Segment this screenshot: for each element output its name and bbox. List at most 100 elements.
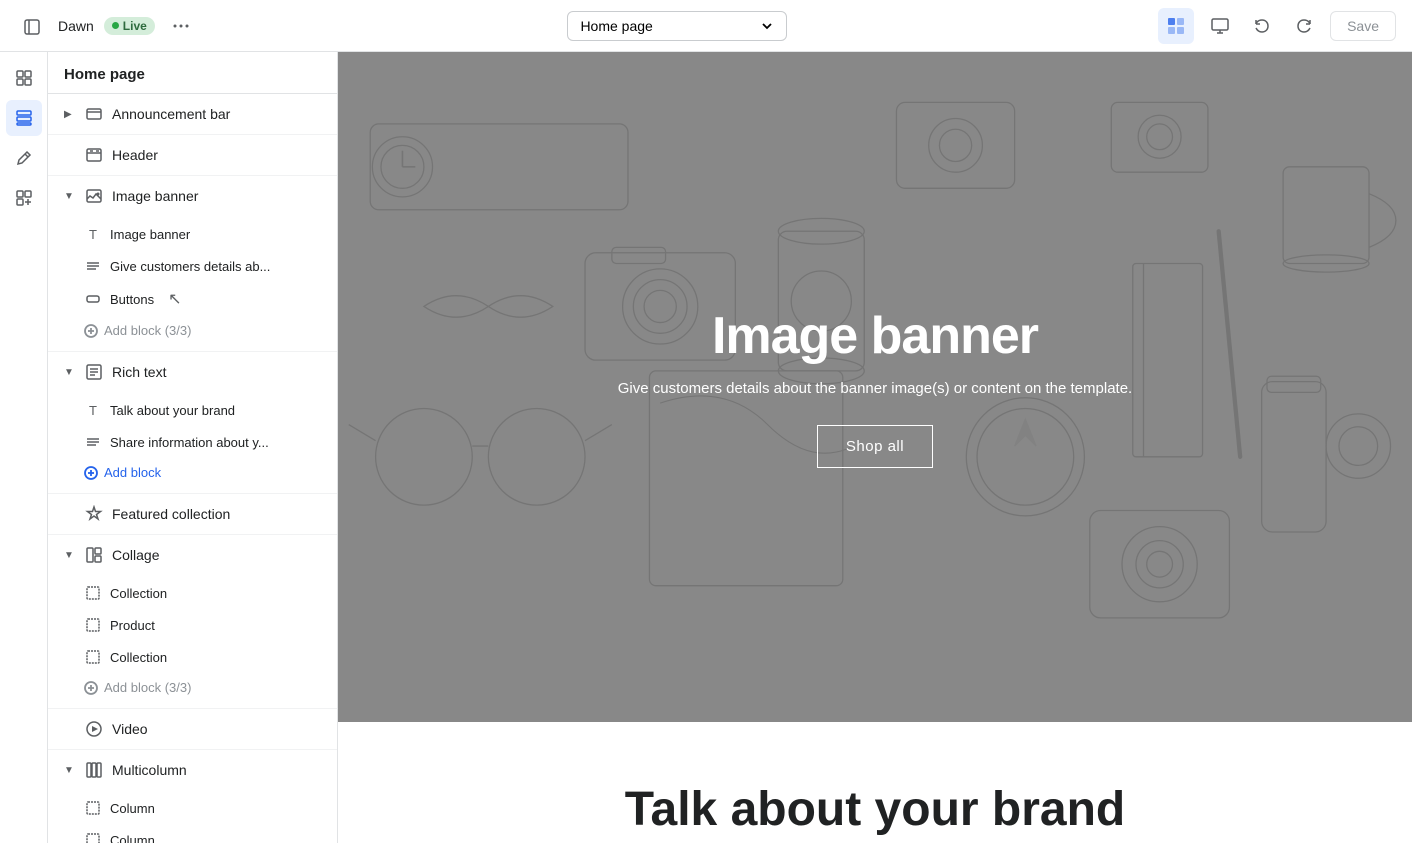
plus-icon-disabled xyxy=(84,324,98,338)
featured-collection-icon xyxy=(84,504,104,524)
theme-name: Dawn xyxy=(58,18,94,34)
section-rich-text: ▼ Rich text T Talk about your brand xyxy=(48,352,337,494)
lines-icon xyxy=(84,257,102,275)
lines-icon2 xyxy=(84,433,102,451)
child-image-banner-block[interactable]: T Image banner xyxy=(48,218,337,250)
live-dot xyxy=(112,22,119,29)
live-badge: Live xyxy=(104,17,155,35)
section-header-image-banner[interactable]: ▼ Image banner xyxy=(48,176,337,216)
announcement-bar-icon xyxy=(84,104,104,124)
chevron-down-icon-richtext: ▼ xyxy=(64,367,76,378)
child-label-collage-product: Product xyxy=(110,618,155,633)
child-label-image-banner-block: Image banner xyxy=(110,227,190,242)
page-selector[interactable]: Home page xyxy=(567,11,787,41)
add-block-image-banner-label: Add block (3/3) xyxy=(104,323,191,338)
child-give-customers[interactable]: Give customers details ab... xyxy=(48,250,337,282)
child-talk-brand[interactable]: T Talk about your brand xyxy=(48,394,337,426)
image-banner-icon xyxy=(84,186,104,206)
sidebar-title: Home page xyxy=(48,52,337,94)
section-header-multicolumn[interactable]: ▼ Multicolumn xyxy=(48,750,337,790)
child-column-2[interactable]: Column xyxy=(48,824,337,843)
section-header-video[interactable]: ▶ Video xyxy=(48,709,337,749)
child-collage-product[interactable]: Product xyxy=(48,609,337,641)
select-mode-icon[interactable] xyxy=(1158,8,1194,44)
add-block-collage-label: Add block (3/3) xyxy=(104,680,191,695)
plus-icon-disabled2 xyxy=(84,681,98,695)
topbar: Dawn Live Home page xyxy=(0,0,1412,52)
redo-icon[interactable] xyxy=(1288,10,1320,42)
plus-icon-blue xyxy=(84,466,98,480)
add-block-rich-text[interactable]: Add block xyxy=(48,458,337,487)
section-label-collage: Collage xyxy=(112,547,159,563)
below-banner-section: Talk about your brand xyxy=(338,722,1412,843)
canvas[interactable]: Image banner Give customers details abou… xyxy=(338,52,1412,843)
save-button[interactable]: Save xyxy=(1330,11,1396,41)
child-collage-collection-1[interactable]: Collection xyxy=(48,577,337,609)
collage-block-icon1 xyxy=(84,584,102,602)
child-share-info[interactable]: Share information about y... xyxy=(48,426,337,458)
child-collage-collection-2[interactable]: Collection xyxy=(48,641,337,673)
page-selector-label: Home page xyxy=(580,18,652,34)
topbar-center: Home page xyxy=(209,11,1146,41)
shop-all-button[interactable]: Shop all xyxy=(817,425,933,468)
brush-icon[interactable] xyxy=(6,140,42,176)
desktop-icon[interactable] xyxy=(1204,10,1236,42)
rich-text-icon xyxy=(84,362,104,382)
dashboard-icon[interactable] xyxy=(6,60,42,96)
child-label-talk-brand: Talk about your brand xyxy=(110,403,235,418)
section-multicolumn: ▼ Multicolumn Col xyxy=(48,750,337,843)
section-header-header[interactable]: ▶ Header xyxy=(48,135,337,175)
text-T-icon2: T xyxy=(84,401,102,419)
sections-icon[interactable] xyxy=(6,100,42,136)
banner-subtitle: Give customers details about the banner … xyxy=(618,380,1132,397)
banner-title: Image banner xyxy=(618,306,1132,366)
section-header-collage[interactable]: ▼ Collage xyxy=(48,535,337,575)
multicolumn-children: Column Column Colu xyxy=(48,790,337,843)
video-icon xyxy=(84,719,104,739)
child-label-column-1: Column xyxy=(110,801,155,816)
topbar-left: Dawn Live xyxy=(16,10,197,42)
icon-panel xyxy=(0,52,48,843)
section-label-header: Header xyxy=(112,147,158,163)
apps-icon[interactable] xyxy=(6,180,42,216)
section-header-rich-text[interactable]: ▼ Rich text xyxy=(48,352,337,392)
header-icon xyxy=(84,145,104,165)
section-header-section: ▶ Header xyxy=(48,135,337,176)
chevron-down-icon-multicolumn: ▼ xyxy=(64,765,76,776)
collage-icon xyxy=(84,545,104,565)
section-announcement-bar: ▶ Announcement bar xyxy=(48,94,337,135)
section-label-rich-text: Rich text xyxy=(112,364,166,380)
selection-icon xyxy=(1166,16,1186,36)
section-header-featured-collection[interactable]: ▶ Featured collection xyxy=(48,494,337,534)
child-buttons[interactable]: Buttons ↖ xyxy=(48,282,337,316)
section-label-featured-collection: Featured collection xyxy=(112,506,230,522)
live-label: Live xyxy=(123,19,147,33)
section-image-banner: ▼ Image banner T Image banner xyxy=(48,176,337,352)
section-featured-collection: ▶ Featured collection xyxy=(48,494,337,535)
image-banner-section: Image banner Give customers details abou… xyxy=(338,52,1412,722)
chevron-down-icon-collage: ▼ xyxy=(64,550,76,561)
topbar-right: Save xyxy=(1158,8,1396,44)
undo-icon[interactable] xyxy=(1246,10,1278,42)
banner-overlay: Image banner Give customers details abou… xyxy=(618,306,1132,468)
cursor-icon: ↖ xyxy=(168,289,181,309)
section-label-multicolumn: Multicolumn xyxy=(112,762,187,778)
text-T-icon: T xyxy=(84,225,102,243)
buttons-icon xyxy=(84,290,102,308)
child-label-give-customers: Give customers details ab... xyxy=(110,259,270,274)
child-label-column-2: Column xyxy=(110,833,155,843)
collage-block-icon3 xyxy=(84,648,102,666)
more-options-icon[interactable] xyxy=(165,10,197,42)
section-collage: ▼ Collage Collect xyxy=(48,535,337,709)
add-block-collage: Add block (3/3) xyxy=(48,673,337,702)
image-banner-children: T Image banner Give customers details ab… xyxy=(48,216,337,351)
section-label-image-banner: Image banner xyxy=(112,188,198,204)
child-column-1[interactable]: Column xyxy=(48,792,337,824)
main-layout: Home page ▶ Announcement bar ▶ xyxy=(0,52,1412,843)
sidebar: Home page ▶ Announcement bar ▶ xyxy=(48,52,338,843)
menu-icon[interactable] xyxy=(16,10,48,42)
child-label-collage-collection-2: Collection xyxy=(110,650,167,665)
column-block-icon1 xyxy=(84,799,102,817)
child-label-collage-collection-1: Collection xyxy=(110,586,167,601)
section-header-announcement-bar[interactable]: ▶ Announcement bar xyxy=(48,94,337,134)
